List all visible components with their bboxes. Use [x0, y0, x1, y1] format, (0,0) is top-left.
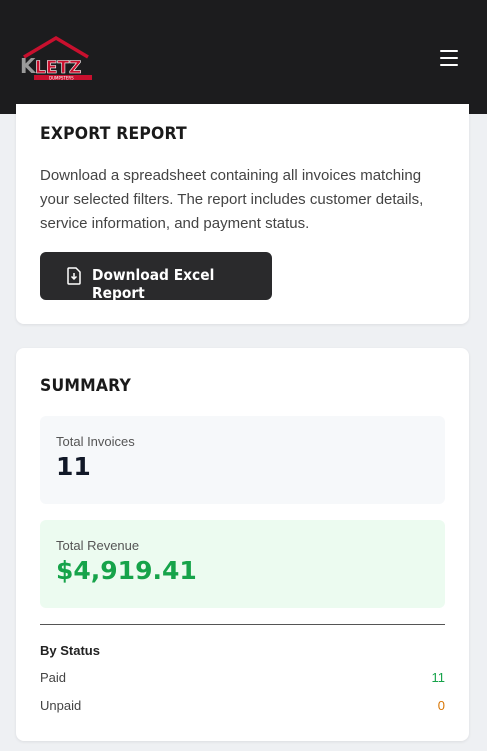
file-download-icon [67, 267, 81, 285]
export-report-description: Download a spreadsheet containing all in… [40, 167, 424, 232]
total-revenue-box: Total Revenue $4,919.41 [40, 520, 445, 608]
status-count: 11 [431, 670, 446, 685]
total-invoices-label: Total Invoices [56, 434, 135, 449]
summary-card: SUMMARY Total Invoices 11 Total Revenue … [16, 348, 469, 741]
status-label: Paid [40, 670, 67, 685]
total-invoices-box: Total Invoices 11 [40, 416, 445, 504]
status-row-unpaid: Unpaid 0 [40, 698, 445, 716]
top-navbar: K LETZ DUMPSTERS [0, 0, 487, 114]
summary-title: SUMMARY [40, 376, 132, 396]
status-label: Unpaid [40, 698, 82, 713]
total-invoices-value: 11 [56, 452, 91, 481]
svg-text:DUMPSTERS: DUMPSTERS [49, 75, 74, 80]
summary-divider [40, 624, 445, 625]
status-count: 0 [437, 698, 445, 713]
export-report-title: EXPORT REPORT [40, 124, 187, 144]
by-status-heading: By Status [40, 643, 100, 658]
download-excel-report-button[interactable]: Download Excel Report [40, 252, 272, 302]
status-row-paid: Paid 11 [40, 670, 445, 688]
kletz-logo[interactable]: K LETZ DUMPSTERS [18, 35, 94, 81]
export-report-card: EXPORT REPORT Download a spreadsheet con… [16, 104, 469, 324]
total-revenue-value: $4,919.41 [56, 556, 197, 585]
total-revenue-label: Total Revenue [56, 538, 140, 553]
download-button-label: Download Excel Report [92, 266, 215, 302]
hamburger-menu-icon[interactable] [436, 47, 462, 69]
